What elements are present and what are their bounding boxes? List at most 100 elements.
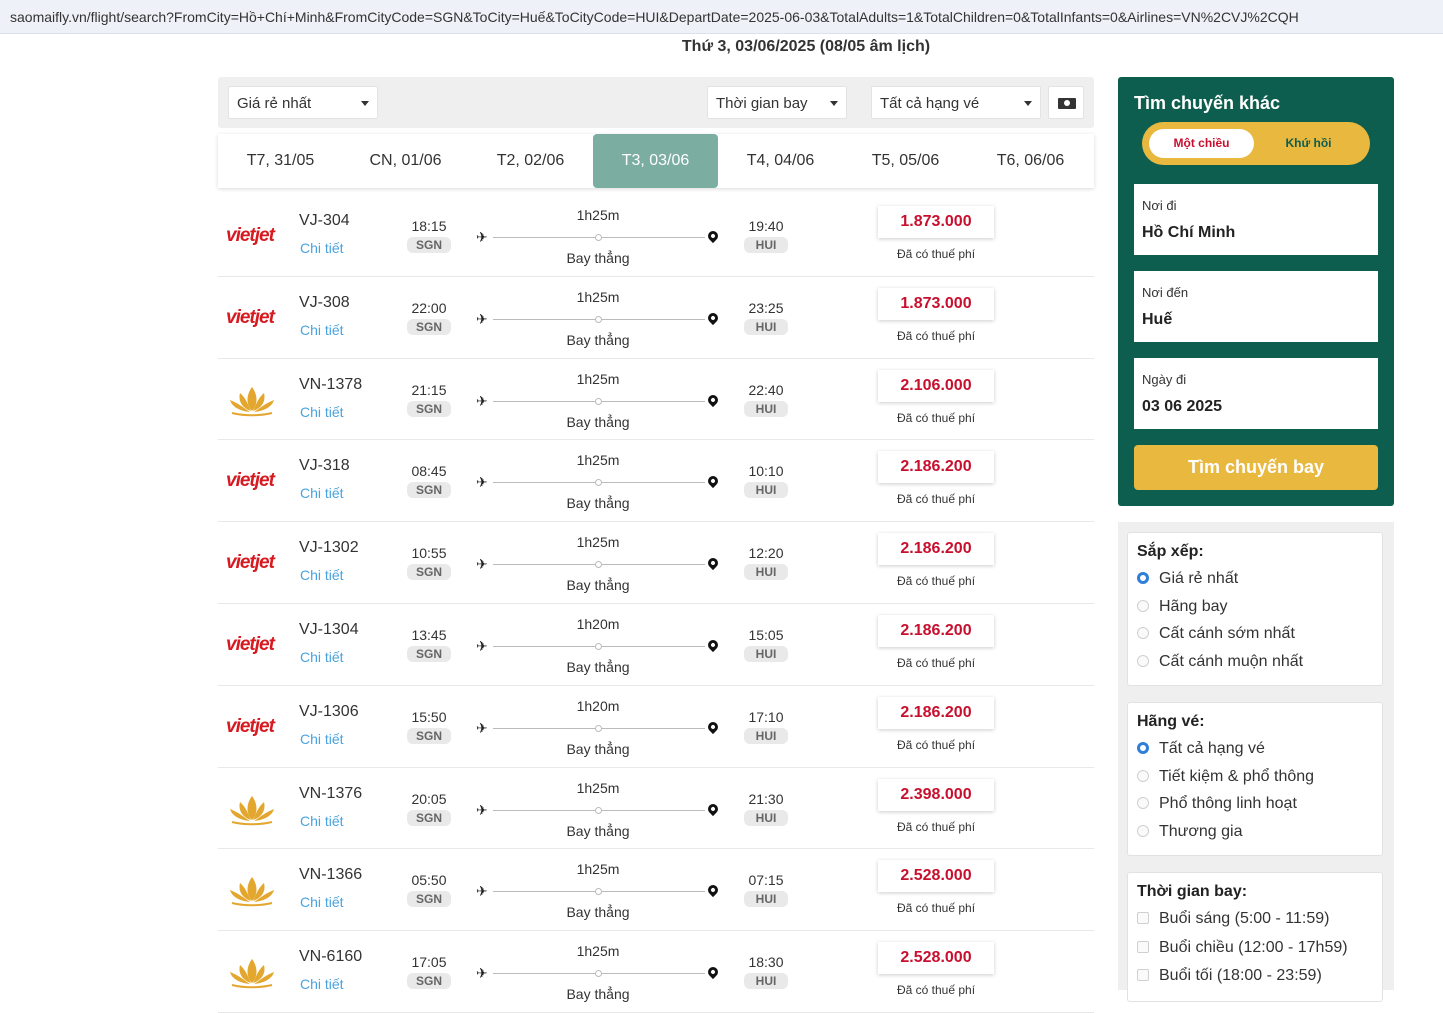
flight-duration: 1h20m [576,615,620,632]
flight-detail-link[interactable]: Chi tiết [300,485,344,501]
departure-time: 10:55 [411,545,447,562]
trip-type-toggle: Một chiều Khứ hồi [1142,122,1370,165]
date-tab[interactable]: T7, 31/05 [218,134,343,188]
arrival-airport-badge: HUI [744,727,788,744]
option-label: Giá rẻ nhất [1159,570,1239,587]
arrival-time: 22:40 [748,381,784,398]
sort-filter-option[interactable]: Giá rẻ nhất [1137,570,1238,588]
price-button[interactable]: 1.873.000 [878,287,994,320]
arrival-time: 15:05 [748,626,784,643]
vietjet-logo-text: vietjet [226,715,275,737]
option-label: Tất cả hạng vé [1159,740,1265,757]
date-tab[interactable]: T2, 02/06 [468,134,593,188]
price-button[interactable]: 2.186.200 [878,451,994,484]
sort-filter-option[interactable]: Hãng bay [1137,598,1228,616]
date-tab[interactable]: T6, 06/06 [968,134,1093,188]
tax-note: Đã có thuế phí [896,247,976,261]
search-flights-button[interactable]: Tìm chuyến bay [1134,445,1378,490]
round-trip-option[interactable]: Khứ hồi [1256,129,1361,158]
radio-icon[interactable] [1137,769,1149,782]
chevron-down-icon [830,101,838,106]
route-line [493,315,705,323]
flight-detail-link[interactable]: Chi tiết [300,894,344,910]
class-filter-option[interactable]: Tất cả hạng vé [1137,740,1265,758]
flight-detail-link[interactable]: Chi tiết [300,567,344,583]
route-line [493,479,705,487]
to-field[interactable]: Nơi đến Huế [1134,271,1378,342]
stop-info: Bay thẳng [566,577,630,594]
price-button[interactable]: 2.528.000 [878,942,994,975]
sort-filter-option[interactable]: Cất cánh sớm nhất [1137,625,1295,643]
checkbox-icon[interactable] [1137,969,1149,981]
radio-icon[interactable] [1137,824,1149,837]
map-pin-icon [705,883,721,898]
class-filter-option[interactable]: Tiết kiệm & phổ thông [1137,768,1314,786]
price-button[interactable]: 2.106.000 [878,369,994,402]
arrival-time: 07:15 [748,872,784,889]
radio-icon[interactable] [1137,797,1149,809]
address-bar[interactable]: saomaifly.vn/flight/search?FromCity=Hồ+C… [0,0,1443,34]
arrival-airport-badge: HUI [744,400,788,417]
checkbox-icon[interactable] [1137,912,1149,924]
time-select[interactable]: Thời gian bay [707,86,847,119]
from-field[interactable]: Nơi đi Hồ Chí Minh [1134,184,1378,255]
class-filter-option[interactable]: Thương gia [1137,823,1242,841]
price-button[interactable]: 2.186.200 [878,614,994,647]
one-way-option[interactable]: Một chiều [1149,129,1254,158]
date-field[interactable]: Ngày đi 03 06 2025 [1134,358,1378,429]
price-button[interactable]: 2.398.000 [878,778,994,811]
vietjet-logo-text: vietjet [226,470,275,492]
map-pin-icon [705,474,721,489]
flight-duration: 1h25m [576,370,620,387]
class-select[interactable]: Tất cả hạng vé [871,86,1041,119]
price-button[interactable]: 1.873.000 [878,206,994,238]
flight-row: vietjet VJ-1304 Chi tiết 13:45 SGN 1h20m ✈ Bay … [218,603,1094,686]
time-filter-option[interactable]: Buổi tối (18:00 - 23:59) [1137,967,1322,985]
arrival-time: 17:10 [748,708,784,725]
airplane-icon: ✈ [476,474,488,491]
date-tab[interactable]: T5, 05/06 [843,134,968,188]
class-filter-card: Hãng vé: Tất cả hạng vé Tiết kiệm & phổ t… [1127,702,1383,856]
route-line [493,806,705,814]
sort-select[interactable]: Giá rẻ nhất [228,86,378,119]
radio-icon[interactable] [1137,599,1149,612]
radio-icon[interactable] [1137,627,1149,639]
radio-icon[interactable] [1137,572,1149,584]
tax-note: Đã có thuế phí [896,983,976,998]
date-tab[interactable]: T4, 04/06 [718,134,843,188]
flight-detail-link[interactable]: Chi tiết [300,649,344,665]
flight-detail-link[interactable]: Chi tiết [300,731,344,747]
vietjet-logo-text: vietjet [226,552,275,574]
money-bill-icon [1058,98,1076,109]
departure-airport-badge: SGN [407,400,451,417]
chevron-down-icon [1024,101,1032,106]
class-filter-option[interactable]: Phổ thông linh hoạt [1137,795,1297,813]
route-line [493,642,705,650]
time-filter-option[interactable]: Buổi sáng (5:00 - 11:59) [1137,910,1329,928]
sort-select-value: Giá rẻ nhất [237,95,312,112]
route-midpoint [595,724,602,732]
price-button[interactable]: 2.528.000 [878,860,994,893]
tax-note: Đã có thuế phí [896,328,976,343]
checkbox-icon[interactable] [1137,940,1149,953]
flight-detail-link[interactable]: Chi tiết [300,240,344,256]
time-filter-option[interactable]: Buổi chiều (12:00 - 17h59) [1137,939,1348,957]
sort-filter-option[interactable]: Cất cánh muộn nhất [1137,653,1303,671]
arrival-airport-badge: HUI [744,318,788,335]
map-pin-icon [705,965,721,980]
flight-duration: 1h20m [576,697,620,714]
price-button[interactable]: 2.186.200 [878,533,994,566]
flight-detail-link[interactable]: Chi tiết [300,404,344,420]
price-button[interactable]: 2.186.200 [878,696,994,729]
vietjet-logo: vietjet [226,301,284,335]
flight-detail-link[interactable]: Chi tiết [300,322,344,338]
vietnam-airlines-lotus-icon [226,873,284,907]
tax-note: Đã có thuế phí [896,655,976,670]
flight-detail-link[interactable]: Chi tiết [300,813,344,829]
radio-icon[interactable] [1137,742,1149,754]
date-tab[interactable]: CN, 01/06 [343,134,468,188]
date-tab[interactable]: T3, 03/06 [593,134,718,188]
radio-icon[interactable] [1137,654,1149,667]
currency-button[interactable] [1048,86,1084,119]
vietjet-logo-text: vietjet [226,633,275,655]
